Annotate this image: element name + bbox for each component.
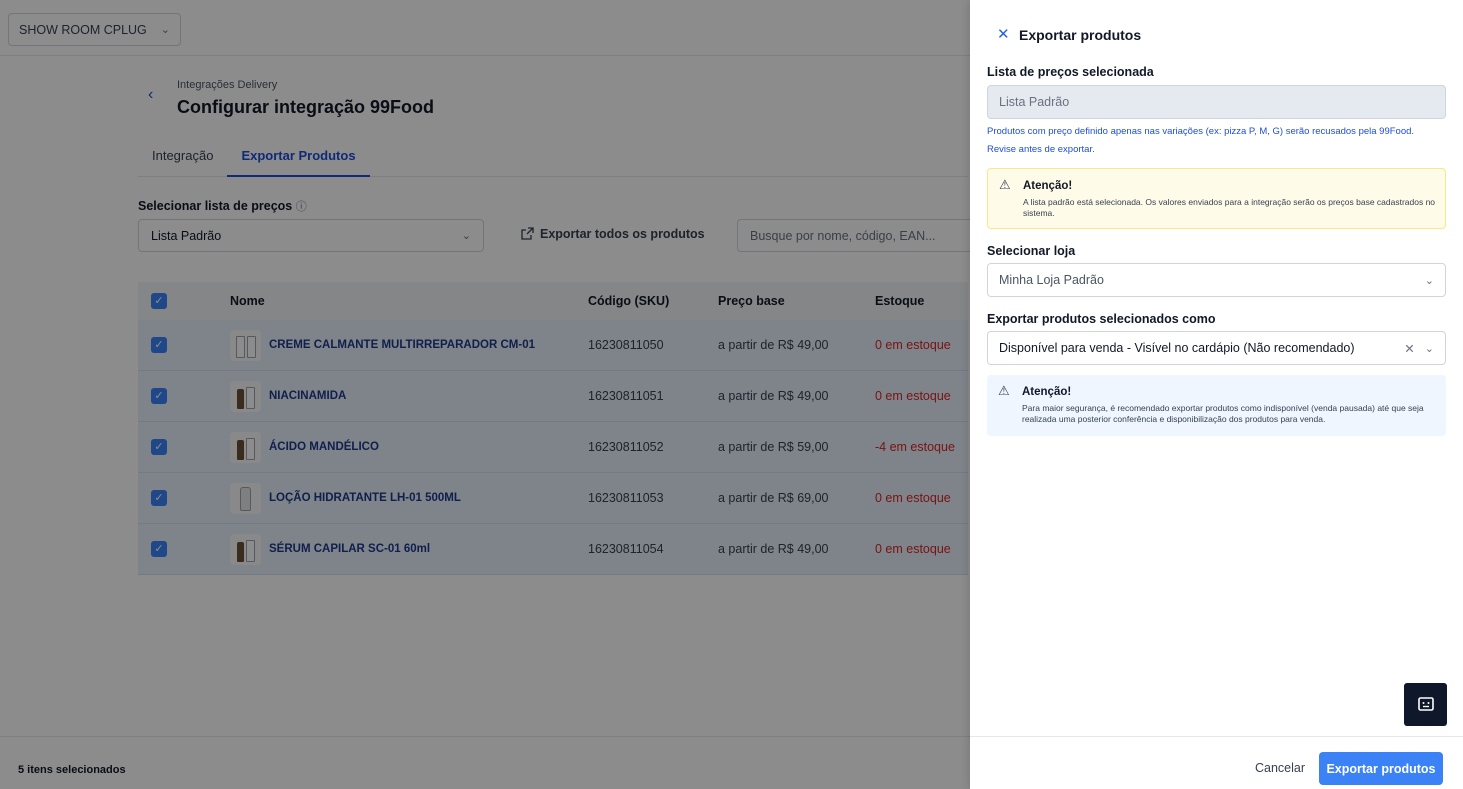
info-alert-title: Atenção! <box>1022 386 1072 398</box>
export-products-drawer: ✕ Exportar produtos Lista de preços sele… <box>970 0 1463 789</box>
chat-button[interactable] <box>1404 683 1447 726</box>
cancel-button[interactable]: Cancelar <box>1255 761 1305 775</box>
drawer-title: Exportar produtos <box>1019 27 1142 43</box>
warning-alert-title: Atenção! <box>1023 180 1073 192</box>
chat-icon <box>1417 696 1434 711</box>
export-as-value: Disponível para venda - Visível no cardá… <box>999 341 1355 355</box>
warning-alert: ⚠ Atenção! A lista padrão está seleciona… <box>987 168 1446 229</box>
chevron-down-icon: ⌄ <box>1424 274 1434 287</box>
export-as-label: Exportar produtos selecionados como <box>987 312 1216 326</box>
modal-overlay[interactable] <box>0 0 970 789</box>
store-select[interactable]: Minha Loja Padrão ⌄ <box>987 263 1446 297</box>
clear-icon[interactable]: ✕ <box>1404 341 1414 356</box>
warning-triangle-icon: ⚠ <box>999 177 1011 192</box>
export-products-button[interactable]: Exportar produtos <box>1319 752 1443 785</box>
close-icon[interactable]: ✕ <box>997 25 1010 43</box>
chevron-down-icon: ⌄ <box>1424 342 1434 355</box>
drawer-footer-divider <box>970 736 1463 737</box>
export-as-select[interactable]: Disponível para venda - Visível no cardá… <box>987 331 1446 365</box>
warning-triangle-icon: ⚠ <box>998 383 1010 398</box>
drawer-hint-line-2: Revise antes de exportar. <box>987 144 1095 155</box>
store-select-label: Selecionar loja <box>987 244 1076 258</box>
drawer-price-list-value: Lista Padrão <box>999 95 1070 109</box>
store-select-value: Minha Loja Padrão <box>999 273 1104 287</box>
drawer-price-list-field: Lista Padrão <box>987 85 1446 119</box>
drawer-price-list-label: Lista de preços selecionada <box>987 65 1154 79</box>
info-alert-text: Para maior segurança, é recomendado expo… <box>1022 403 1424 424</box>
drawer-hint-line-1: Produtos com preço definido apenas nas v… <box>987 126 1415 137</box>
info-alert: ⚠ Atenção! Para maior segurança, é recom… <box>987 375 1446 436</box>
warning-alert-text: A lista padrão está selecionada. Os valo… <box>1023 197 1436 218</box>
drawer-hint: Produtos com preço definido apenas nas v… <box>987 123 1447 159</box>
